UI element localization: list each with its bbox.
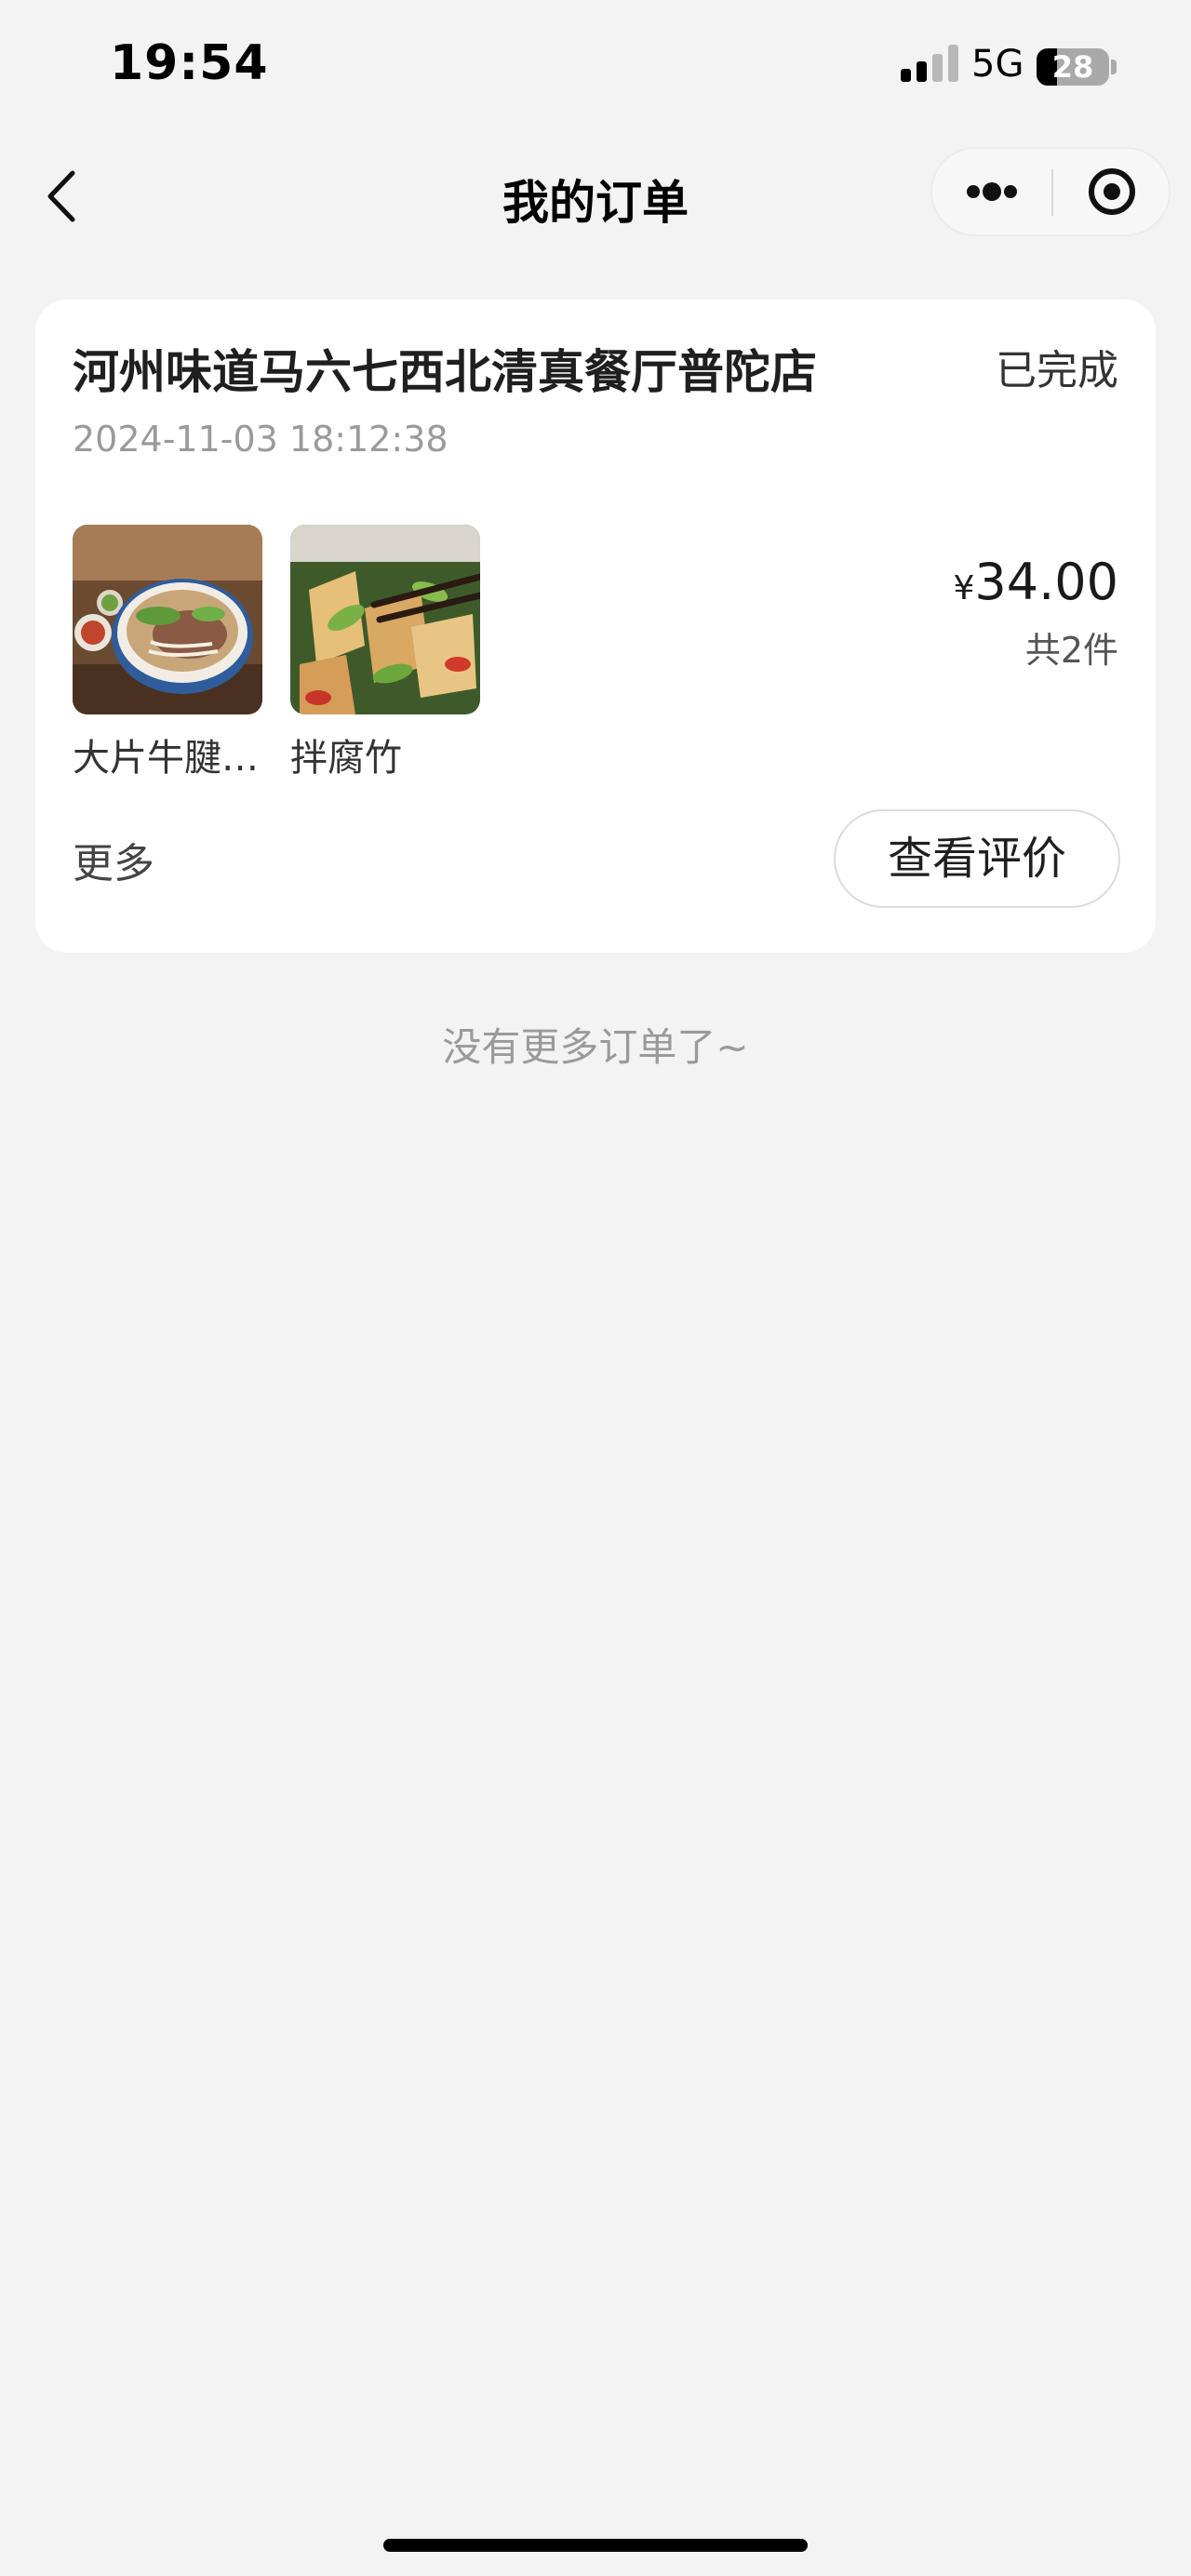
item-thumbnail-noodle [73, 525, 262, 714]
order-time: 2024-11-03 18:12:38 [73, 419, 448, 460]
no-more-orders-note: 没有更多订单了~ [442, 1024, 749, 1070]
home-indicator[interactable] [383, 2539, 808, 2552]
order-status: 已完成 [996, 347, 1118, 394]
order-card[interactable]: 河州味道马六七西北清真餐厅普陀店 已完成 2024-11-03 18:12:38 [35, 300, 1156, 953]
signal-icon [901, 45, 958, 82]
battery-tip [1111, 60, 1117, 74]
status-time: 19:54 [110, 35, 269, 91]
battery-icon: 28 [1037, 48, 1109, 86]
order-quantity: 共2件 [1024, 630, 1118, 671]
more-dots-icon [967, 182, 1017, 201]
item-name: 大片牛腱子面 [73, 737, 262, 780]
item-name: 拌腐竹 [290, 737, 402, 780]
store-name: 河州味道马六七西北清真餐厅普陀店 [73, 345, 817, 399]
order-list-page: 19:54 5G 28 我的订单 河州味道马六七西北清真餐厅普陀店 已完成 20… [0, 0, 1191, 2576]
network-type: 5G [971, 43, 1024, 86]
price-amount: 34.00 [974, 553, 1118, 611]
view-review-button[interactable]: 查看评价 [834, 809, 1120, 908]
item-thumbnail-tofu-skin [290, 525, 480, 714]
battery-percent: 28 [1051, 49, 1094, 85]
order-item[interactable]: 拌腐竹 [290, 525, 480, 781]
close-button[interactable] [1053, 149, 1171, 234]
more-button[interactable] [932, 149, 1051, 234]
nav-bar: 我的订单 [0, 140, 1191, 251]
mini-program-capsule [930, 147, 1171, 236]
more-link[interactable]: 更多 [73, 830, 154, 889]
order-price: ¥34.00 [954, 553, 1119, 611]
order-item[interactable]: 大片牛腱子面 [73, 525, 262, 781]
target-circle-icon [1089, 168, 1135, 215]
status-bar: 19:54 5G 28 [0, 0, 1191, 140]
price-currency: ¥ [953, 569, 975, 607]
